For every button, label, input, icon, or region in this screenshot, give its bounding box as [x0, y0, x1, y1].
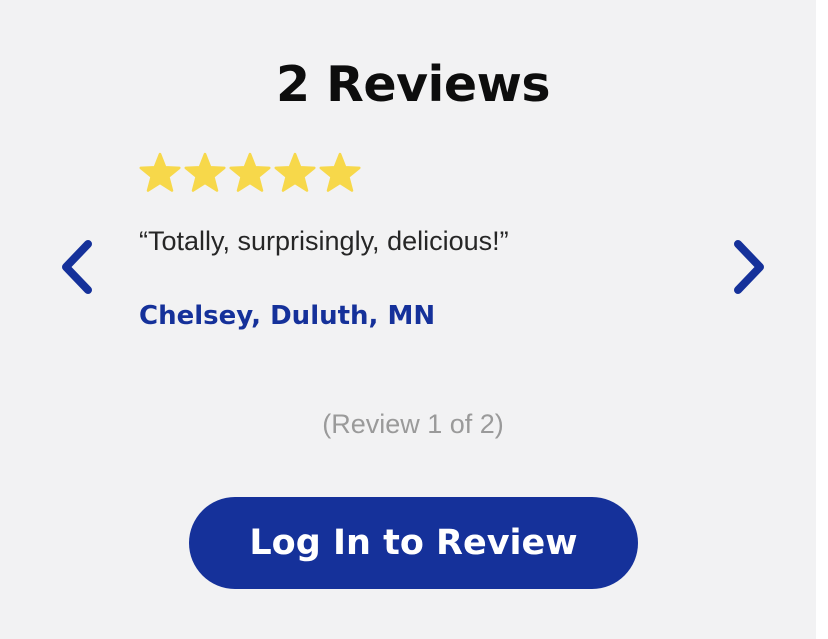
reviews-title: 2 Reviews: [275, 56, 551, 113]
review-counter: (Review 1 of 2): [322, 409, 504, 439]
review-quote: “Totally, surprisingly, delicious!”: [139, 226, 509, 256]
star-rating: [138, 152, 362, 194]
star-icon: [273, 152, 317, 194]
chevron-left-icon: [56, 234, 100, 300]
chevron-right-icon: [726, 234, 770, 300]
star-icon: [138, 152, 182, 194]
previous-review-button[interactable]: [56, 234, 100, 300]
login-to-review-button[interactable]: Log In to Review: [189, 497, 638, 589]
star-icon: [318, 152, 362, 194]
page-edge: [816, 0, 828, 639]
star-icon: [228, 152, 272, 194]
star-icon: [183, 152, 227, 194]
reviews-panel: 2 Reviews “Totally, surprisingly, delici…: [0, 0, 816, 639]
review-author: Chelsey, Duluth, MN: [139, 301, 436, 331]
next-review-button[interactable]: [726, 234, 770, 300]
